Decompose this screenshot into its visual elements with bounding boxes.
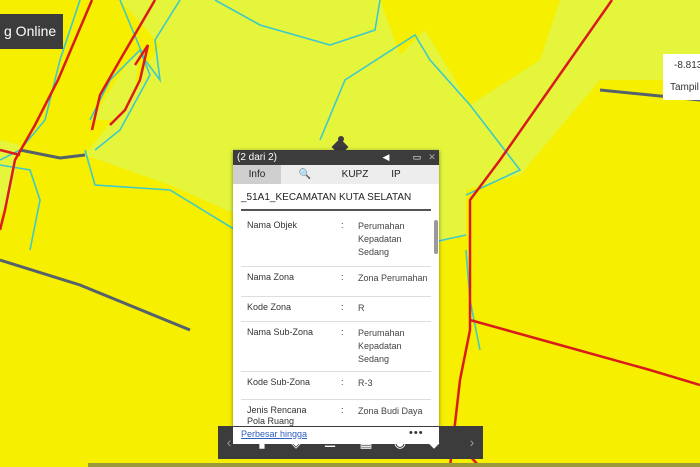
- attribute-row: Jenis Rencana Pola Ruang : Zona Budi Day…: [241, 399, 431, 429]
- layer-title: _51A1_KECAMATAN KUTA SELATAN: [241, 192, 431, 211]
- attribute-separator: :: [341, 377, 344, 387]
- attribute-value: Zona Perumahan: [358, 273, 428, 283]
- attribute-row: Kode Zona : R: [241, 296, 431, 322]
- coordinate-readout: -8.813 Tampil: [663, 54, 700, 100]
- popup-footer: Perbesar hingga •••: [233, 427, 439, 444]
- search-icon[interactable]: 🔍: [281, 165, 329, 184]
- bottom-strip: [88, 463, 700, 467]
- feature-popup: (2 dari 2) ◀ ▭ ✕ Info 🔍 KUPZ IP _51A1_KE…: [233, 150, 439, 444]
- toolbar-next-arrow-icon[interactable]: ›: [463, 426, 481, 459]
- tab-kupz[interactable]: KUPZ: [329, 165, 381, 184]
- attribute-value: R-3: [358, 378, 373, 388]
- attribute-key: Jenis Rencana Pola Ruang: [247, 405, 307, 426]
- attribute-row: Nama Zona : Zona Perumahan: [241, 266, 431, 297]
- attribute-separator: :: [341, 327, 344, 337]
- attribute-row: Nama Objek : Perumahan Kepadatan Sedang: [241, 214, 431, 267]
- attribute-key: Nama Zona: [247, 272, 295, 282]
- close-icon[interactable]: ✕: [425, 150, 439, 165]
- attribute-value: R: [358, 303, 365, 313]
- attribute-separator: :: [341, 405, 344, 415]
- tab-ip[interactable]: IP: [381, 165, 411, 184]
- maximize-icon[interactable]: ▭: [410, 150, 424, 165]
- more-actions-icon[interactable]: •••: [409, 427, 424, 439]
- attribute-key: Nama Objek: [247, 220, 298, 230]
- attribute-key: Kode Sub-Zona: [247, 377, 311, 387]
- popup-body[interactable]: _51A1_KECAMATAN KUTA SELATAN Nama Objek …: [233, 184, 439, 444]
- popup-titlebar: (2 dari 2) ◀ ▭ ✕: [233, 150, 439, 165]
- attribute-value: Zona Budi Daya: [358, 406, 423, 416]
- attribute-separator: :: [341, 272, 344, 282]
- attribute-value: Perumahan Kepadatan Sedang: [358, 328, 405, 364]
- zoom-to-link[interactable]: Perbesar hingga: [241, 429, 308, 439]
- attribute-separator: :: [341, 302, 344, 312]
- app-title: g Online: [0, 14, 63, 49]
- coordinate-label[interactable]: Tampil: [670, 82, 699, 93]
- attribute-separator: :: [341, 220, 344, 230]
- attribute-key: Kode Zona: [247, 302, 292, 312]
- attribute-row: Nama Sub-Zona : Perumahan Kepadatan Seda…: [241, 321, 431, 372]
- popup-scrollbar[interactable]: [434, 220, 438, 254]
- previous-feature-icon[interactable]: ◀: [379, 150, 393, 165]
- attribute-value: Perumahan Kepadatan Sedang: [358, 221, 405, 257]
- attribute-key: Nama Sub-Zona: [247, 327, 314, 337]
- tab-info[interactable]: Info: [233, 165, 281, 184]
- attribute-row: Kode Sub-Zona : R-3: [241, 371, 431, 400]
- feature-count: (2 dari 2): [237, 152, 278, 163]
- coordinate-value: -8.813: [674, 60, 700, 71]
- popup-tabs: Info 🔍 KUPZ IP: [233, 165, 439, 184]
